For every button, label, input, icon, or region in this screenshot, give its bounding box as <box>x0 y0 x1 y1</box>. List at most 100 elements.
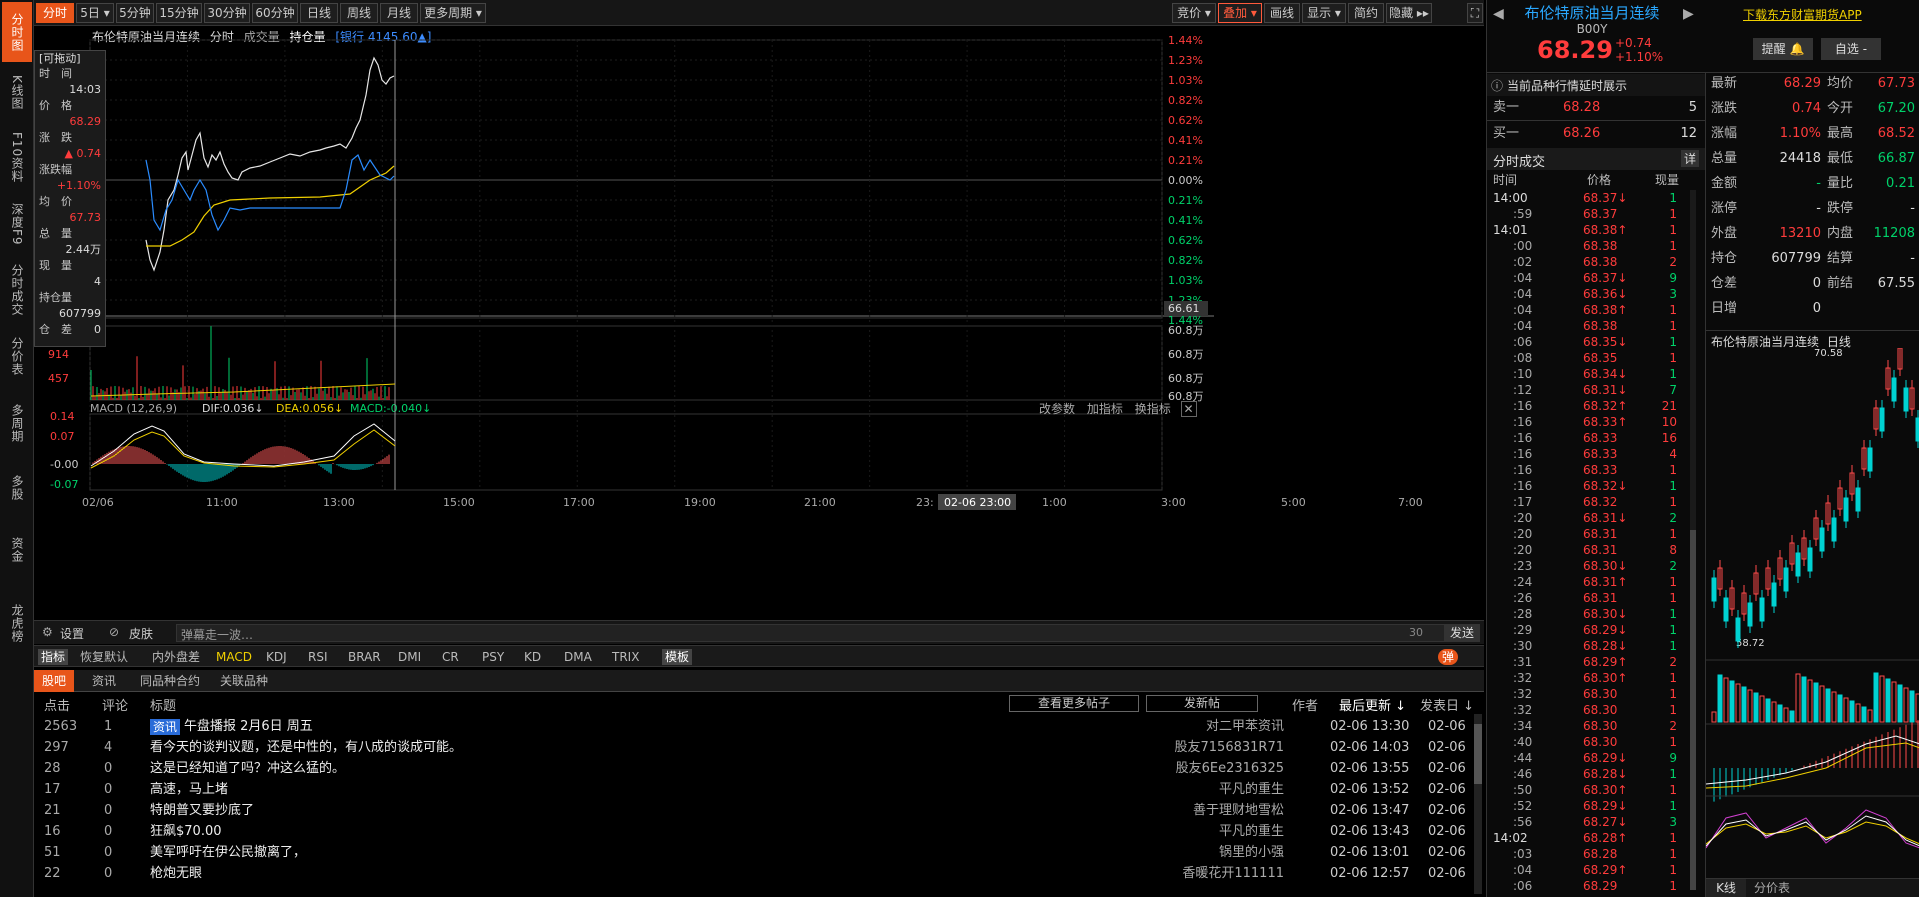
forum-row[interactable]: 297 4 看今天的谈判议题，还是中性的，有八成的谈成可能。 股友7156831R71… <box>34 737 1474 758</box>
tool-button-5[interactable]: 隐藏 ▸▸ <box>1386 3 1432 23</box>
row-author[interactable]: 锅里的小强 <box>1219 842 1284 863</box>
indicator-tab-6[interactable]: BRAR <box>348 649 381 665</box>
left-tab-4[interactable]: 分时成交 <box>2 258 32 322</box>
send-button[interactable]: 发送 <box>1444 624 1480 642</box>
row-title[interactable]: 狂飙$70.00 <box>150 821 222 842</box>
left-tab-9[interactable]: 龙虎榜 <box>2 590 32 656</box>
period-button-8[interactable]: 月线 <box>380 3 418 23</box>
forum-tab-1[interactable]: 资讯 <box>82 670 126 692</box>
ticks-detail-button[interactable]: 详 <box>1681 150 1700 167</box>
forum-row[interactable]: 16 0 狂飙$70.00 平凡的重生 02-06 13:43 02-06 <box>34 821 1474 842</box>
forum-row[interactable]: 51 0 美军呼吁在伊公民撤离了， 锅里的小强 02-06 13:01 02-06 <box>34 842 1474 863</box>
row-author[interactable]: 平凡的重生 <box>1219 821 1284 842</box>
forum-row[interactable]: 22 0 枪炮无眼 香暖花开111111 02-06 12:57 02-06 <box>34 863 1474 884</box>
period-button-9[interactable]: 更多周期 ▾ <box>420 3 486 23</box>
row-comments: 0 <box>104 845 113 860</box>
left-tab-3[interactable]: 深度F9 <box>2 194 32 254</box>
settings-icon[interactable]: ⚙ <box>42 625 53 639</box>
forum-scrollbar[interactable] <box>1474 714 1482 894</box>
tool-button-0[interactable]: 竞价 ▾ <box>1172 3 1216 23</box>
close-icon[interactable]: ✕ <box>1180 401 1197 417</box>
row-title[interactable]: 这是已经知道了吗？冲这么猛的。 <box>150 758 345 779</box>
period-button-4[interactable]: 30分钟 <box>204 3 250 23</box>
switch-indicator-button[interactable]: 换指标 <box>1135 402 1171 416</box>
forum-tab-2[interactable]: 同品种合约 <box>134 670 206 692</box>
row-title[interactable]: 看今天的谈判议题，还是中性的，有八成的谈成可能。 <box>150 737 462 758</box>
intraday-chart[interactable]: 布伦特原油当月连续 分时 成交量 持仓量 [银行 4145.60▲] 1.44%… <box>34 26 1484 620</box>
period-button-6[interactable]: 日线 <box>300 3 338 23</box>
tool-button-2[interactable]: 画线 <box>1264 3 1300 23</box>
indicator-tab-9[interactable]: PSY <box>482 649 504 665</box>
danmu-toggle[interactable]: 弹 <box>1438 649 1459 665</box>
mini-tab-price-table[interactable]: 分价表 <box>1754 879 1790 897</box>
row-author[interactable]: 股友6Ee2316325 <box>1176 758 1284 779</box>
period-button-7[interactable]: 周线 <box>340 3 378 23</box>
mini-candle <box>1891 377 1897 402</box>
indicator-tab-7[interactable]: DMI <box>398 649 421 665</box>
danmu-input-box[interactable]: 弹幕走一波… 30 <box>176 624 1446 642</box>
indicator-tab-4[interactable]: KDJ <box>266 649 287 665</box>
period-button-0[interactable]: 分时 <box>36 3 74 23</box>
col-posted[interactable]: 发表日 ↓ <box>1420 695 1474 714</box>
left-tab-2[interactable]: F10资料 <box>2 128 32 188</box>
left-tab-5[interactable]: 分价表 <box>2 326 32 386</box>
row-author[interactable]: 善于理财地雪松 <box>1193 800 1284 821</box>
change-params-button[interactable]: 改参数 <box>1039 402 1075 416</box>
tool-button-4[interactable]: 简约 <box>1348 3 1384 23</box>
download-app-link[interactable]: 下载东方财富期货APP <box>1743 6 1862 23</box>
forum-row[interactable]: 28 0 这是已经知道了吗？冲这么猛的。 股友6Ee2316325 02-06 13:5… <box>34 758 1474 779</box>
period-button-2[interactable]: 5分钟 <box>116 3 154 23</box>
period-button-3[interactable]: 15分钟 <box>156 3 202 23</box>
forum-tab-0[interactable]: 股吧 <box>34 670 74 692</box>
indicator-tab-12[interactable]: TRIX <box>612 649 639 665</box>
indicator-tab-3[interactable]: MACD <box>216 649 252 665</box>
more-posts-button[interactable]: 查看更多帖子 <box>1009 695 1139 712</box>
mini-chart-period[interactable]: 日线 <box>1827 335 1851 349</box>
skin-icon[interactable]: ⊘ <box>109 625 119 639</box>
row-title[interactable]: 枪炮无眼 <box>150 863 202 884</box>
row-author[interactable]: 香暖花开111111 <box>1182 863 1284 884</box>
settings-button[interactable]: 设置 <box>60 625 84 642</box>
prev-contract-icon[interactable]: ◀ <box>1493 6 1504 22</box>
forum-row[interactable]: 2563 1 资讯 午盘播报 2月6日 周五 对二甲苯资讯 02-06 13:30 02-0… <box>34 716 1474 737</box>
indicator-tab-10[interactable]: KD <box>524 649 541 665</box>
next-contract-icon[interactable]: ▶ <box>1683 6 1694 22</box>
indicator-tab-1[interactable]: 恢复默认 <box>80 649 128 665</box>
period-button-5[interactable]: 60分钟 <box>252 3 298 23</box>
indicator-tab-2[interactable]: 内外盘差 <box>152 649 200 665</box>
row-title[interactable]: 美军呼吁在伊公民撤离了， <box>150 842 306 863</box>
row-title[interactable]: 午盘播报 2月6日 周五 <box>184 716 313 737</box>
skin-button[interactable]: 皮肤 <box>129 625 153 642</box>
row-title[interactable]: 特朗普又要抄底了 <box>150 800 254 821</box>
col-updated[interactable]: 最后更新 ↓ <box>1339 695 1406 714</box>
indicator-tab-11[interactable]: DMA <box>564 649 592 665</box>
forum-row[interactable]: 21 0 特朗普又要抄底了 善于理财地雪松 02-06 13:47 02-06 <box>34 800 1474 821</box>
forum-tab-3[interactable]: 关联品种 <box>214 670 274 692</box>
left-tab-7[interactable]: 多股 <box>2 460 32 516</box>
mini-tab-kline[interactable]: K线 <box>1706 879 1746 897</box>
left-tab-1[interactable]: K线图 <box>2 62 32 122</box>
tool-button-3[interactable]: 显示 ▾ <box>1302 3 1346 23</box>
new-post-button[interactable]: 发新帖 <box>1146 695 1258 712</box>
row-author[interactable]: 平凡的重生 <box>1219 779 1284 800</box>
indicator-tab-0[interactable]: 指标 <box>38 649 69 665</box>
left-tab-6[interactable]: 多周期 <box>2 392 32 454</box>
indicator-tab-8[interactable]: CR <box>442 649 459 665</box>
ticks-scrollbar[interactable] <box>1690 190 1696 890</box>
left-tab-0[interactable]: 分时图 <box>2 2 32 62</box>
alert-button[interactable]: 提醒 🔔 <box>1753 38 1813 60</box>
hover-info-panel[interactable]: [可拖动] 时 间 14:03 价 格 68.29 涨 跌 ▲ 0.74 涨跌幅… <box>34 50 106 347</box>
forum-row[interactable]: 17 0 高速，马上堵 平凡的重生 02-06 13:52 02-06 <box>34 779 1474 800</box>
indicator-tab-13[interactable]: 模板 <box>662 649 693 665</box>
add-indicator-button[interactable]: 加指标 <box>1087 402 1123 416</box>
indicator-tab-5[interactable]: RSI <box>308 649 328 665</box>
fullscreen-icon[interactable]: ⛶ <box>1467 3 1483 23</box>
watchlist-button[interactable]: 自选 - <box>1821 38 1881 60</box>
row-title[interactable]: 高速，马上堵 <box>150 779 228 800</box>
left-tab-8[interactable]: 资金 <box>2 522 32 578</box>
row-author[interactable]: 股友7156831R71 <box>1175 737 1284 758</box>
tool-button-1[interactable]: 叠加 ▾ <box>1218 3 1262 23</box>
period-button-1[interactable]: 5日 ▾ <box>76 3 114 23</box>
row-author[interactable]: 对二甲苯资讯 <box>1206 716 1284 737</box>
mini-kline-chart[interactable]: 70.5858.72 <box>1706 348 1919 878</box>
